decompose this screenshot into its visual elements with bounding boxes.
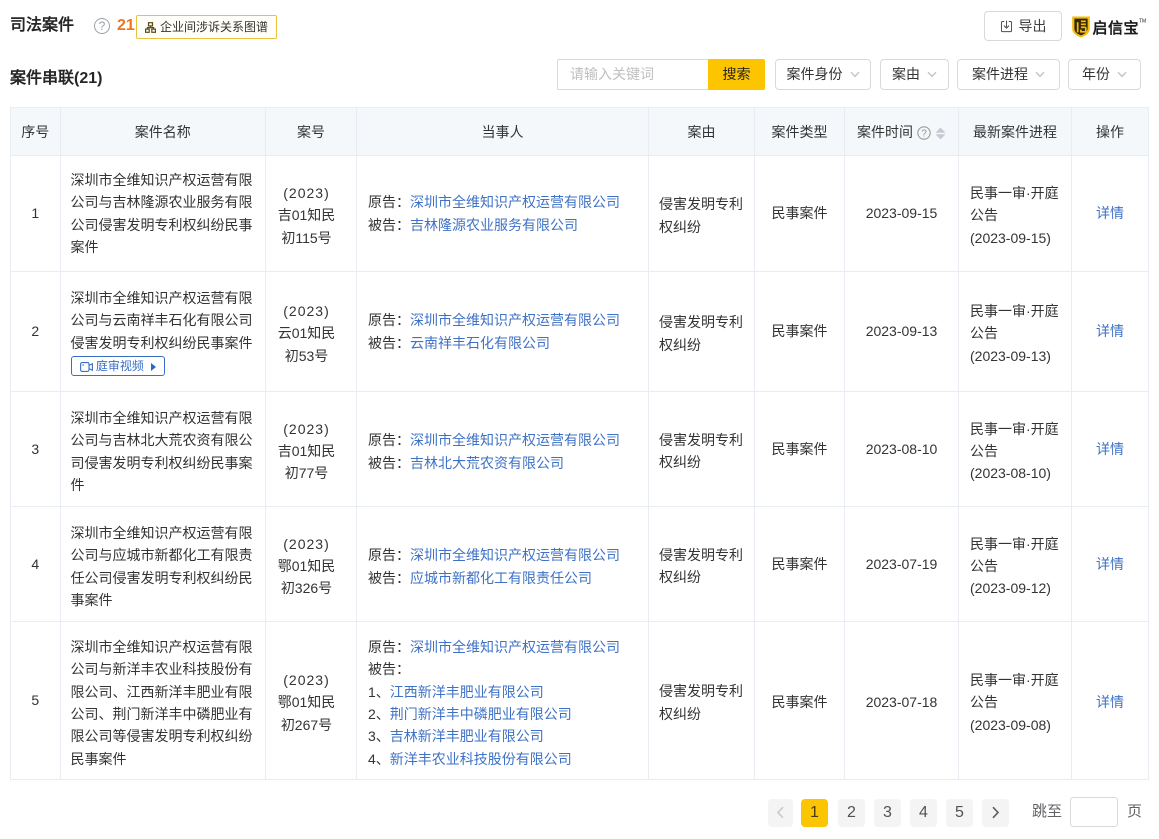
svg-text:启信宝: 启信宝 [1093,19,1140,37]
svg-text:?: ? [921,128,927,139]
svg-text:TM: TM [1139,19,1146,25]
